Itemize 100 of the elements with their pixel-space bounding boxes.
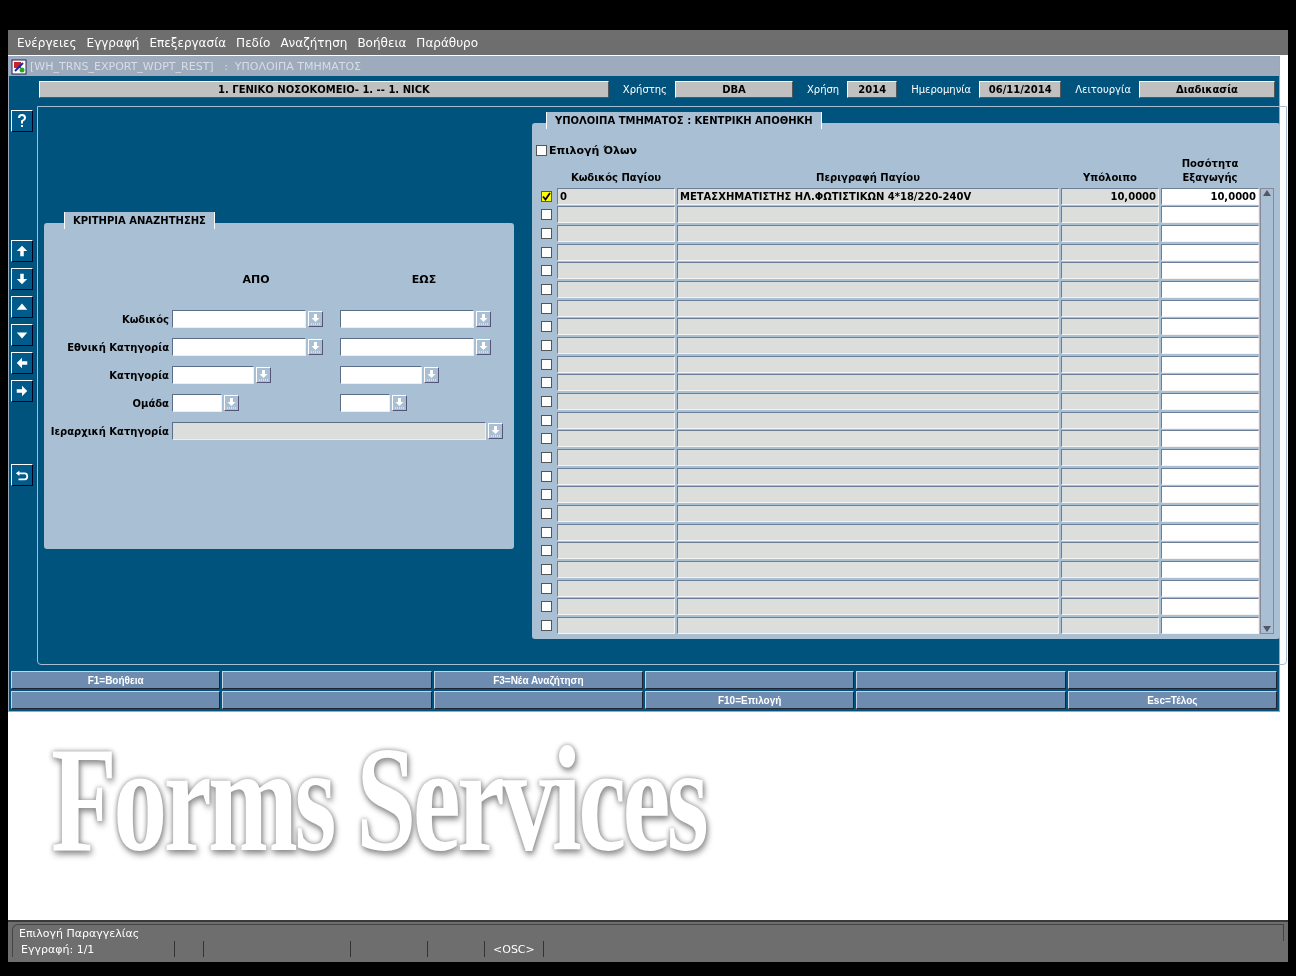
list-button[interactable] <box>256 367 271 383</box>
quantity-field[interactable] <box>1161 542 1259 560</box>
checkbox[interactable] <box>540 545 552 557</box>
quantity-field[interactable] <box>1161 337 1259 355</box>
quantity-field[interactable] <box>1161 299 1259 317</box>
checkbox[interactable] <box>540 340 552 352</box>
quantity-field[interactable] <box>1161 598 1259 616</box>
menu-item[interactable]: Εγγραφή <box>81 35 145 50</box>
checkbox[interactable] <box>540 582 552 594</box>
checkbox[interactable] <box>540 396 552 408</box>
input-field[interactable] <box>340 310 474 328</box>
column-header: Περιγραφή Παγίου <box>815 171 921 185</box>
menu-item[interactable]: Επεξεργασία <box>144 35 232 50</box>
function-key-button[interactable]: F3=Νέα Αναζήτηση <box>433 671 643 689</box>
blank-key-button[interactable] <box>645 671 855 689</box>
quantity-field[interactable] <box>1161 243 1259 261</box>
input-field[interactable] <box>172 310 306 328</box>
toolbar-button[interactable] <box>11 268 33 290</box>
checkbox[interactable] <box>540 265 552 277</box>
list-button[interactable] <box>424 367 439 383</box>
quantity-field[interactable] <box>1161 225 1259 243</box>
input-field[interactable] <box>172 366 254 384</box>
checkbox[interactable] <box>540 508 552 519</box>
menu-item[interactable]: Παράθυρο <box>411 35 484 50</box>
blank-key-button[interactable] <box>1067 671 1277 689</box>
checkbox[interactable] <box>540 489 552 501</box>
blank-key-button[interactable] <box>222 691 432 709</box>
toolbar-button[interactable] <box>11 380 33 402</box>
checkbox[interactable] <box>540 414 552 426</box>
input-field[interactable] <box>340 338 474 356</box>
menu-item[interactable]: Αναζήτηση <box>275 35 353 50</box>
scrollbar[interactable] <box>1260 188 1274 634</box>
input-field[interactable] <box>340 394 390 412</box>
quantity-field[interactable] <box>1161 393 1259 410</box>
function-key-button[interactable]: F10=Επιλογή <box>645 691 855 709</box>
checkbox[interactable] <box>540 452 552 463</box>
blank-key-button[interactable] <box>433 691 643 709</box>
blank-key-button[interactable] <box>11 691 221 709</box>
menu-item[interactable]: Ενέργειες <box>12 35 82 50</box>
quantity-field[interactable] <box>1161 579 1259 597</box>
toolbar-button[interactable] <box>11 110 33 132</box>
quantity-field[interactable] <box>1161 523 1259 541</box>
quantity-field[interactable] <box>1161 411 1259 429</box>
quantity-field[interactable] <box>1161 206 1259 224</box>
toolbar-button[interactable] <box>11 240 33 262</box>
list-button[interactable] <box>488 423 503 439</box>
checkbox[interactable] <box>540 526 552 538</box>
column-header: Υπόλοιπο <box>1082 171 1138 185</box>
checkbox[interactable] <box>540 433 552 445</box>
blank-key-button[interactable] <box>856 691 1066 709</box>
list-button[interactable] <box>476 339 491 355</box>
toolbar-button[interactable] <box>11 324 33 346</box>
checkbox[interactable] <box>540 470 552 482</box>
quantity-field[interactable] <box>1161 355 1259 373</box>
checkbox[interactable] <box>540 563 552 575</box>
checkbox[interactable] <box>540 619 552 631</box>
quantity-field[interactable]: 10,0000 <box>1161 187 1259 205</box>
quantity-field[interactable] <box>1161 262 1259 280</box>
quantity-field[interactable] <box>1161 281 1259 299</box>
quantity-field[interactable] <box>1161 449 1259 466</box>
checkbox[interactable] <box>536 144 547 156</box>
checkbox[interactable] <box>540 228 552 240</box>
function-key-button[interactable]: Esc=Τέλος <box>1067 691 1277 709</box>
list-button[interactable] <box>308 311 323 327</box>
checkbox[interactable] <box>540 190 552 202</box>
checkbox[interactable] <box>540 358 552 370</box>
input-field[interactable] <box>172 338 306 356</box>
quantity-field[interactable] <box>1161 560 1259 578</box>
list-button[interactable] <box>392 395 407 411</box>
checkbox[interactable] <box>540 377 552 389</box>
input-field[interactable] <box>172 394 222 412</box>
toolbar-button[interactable] <box>11 352 33 374</box>
quantity-field[interactable] <box>1161 430 1259 448</box>
quantity-field[interactable] <box>1161 504 1259 522</box>
quantity-field[interactable] <box>1161 374 1259 392</box>
blank-key-button[interactable] <box>222 671 432 689</box>
checkbox[interactable] <box>540 601 552 613</box>
menu-item[interactable]: Πεδίο <box>231 35 276 50</box>
quantity-field[interactable] <box>1161 616 1259 634</box>
toolbar-button[interactable] <box>11 296 33 318</box>
list-button[interactable] <box>224 395 239 411</box>
list-button[interactable] <box>476 311 491 327</box>
quantity-field[interactable] <box>1161 318 1259 336</box>
blank-key-button[interactable] <box>856 671 1066 689</box>
function-key-button[interactable]: F1=Βοήθεια <box>11 671 221 689</box>
input-field[interactable] <box>340 366 422 384</box>
checkbox[interactable] <box>540 321 552 333</box>
checkbox[interactable] <box>540 284 552 296</box>
field-label: Ιεραρχική Κατηγορία <box>50 425 170 437</box>
quantity-field[interactable] <box>1161 486 1259 504</box>
checkbox[interactable] <box>540 246 552 258</box>
list-button[interactable] <box>308 339 323 355</box>
column-heading: ΑΠΟ <box>242 273 270 286</box>
quantity-field[interactable] <box>1161 467 1259 485</box>
toolbar-button[interactable] <box>11 464 33 486</box>
checkbox[interactable] <box>540 302 552 314</box>
column-header: Ποσότητα Εξαγωγής <box>1180 157 1240 185</box>
left-arrow-icon <box>15 356 29 370</box>
menu-item[interactable]: Βοήθεια <box>352 35 412 50</box>
checkbox[interactable] <box>540 209 552 221</box>
